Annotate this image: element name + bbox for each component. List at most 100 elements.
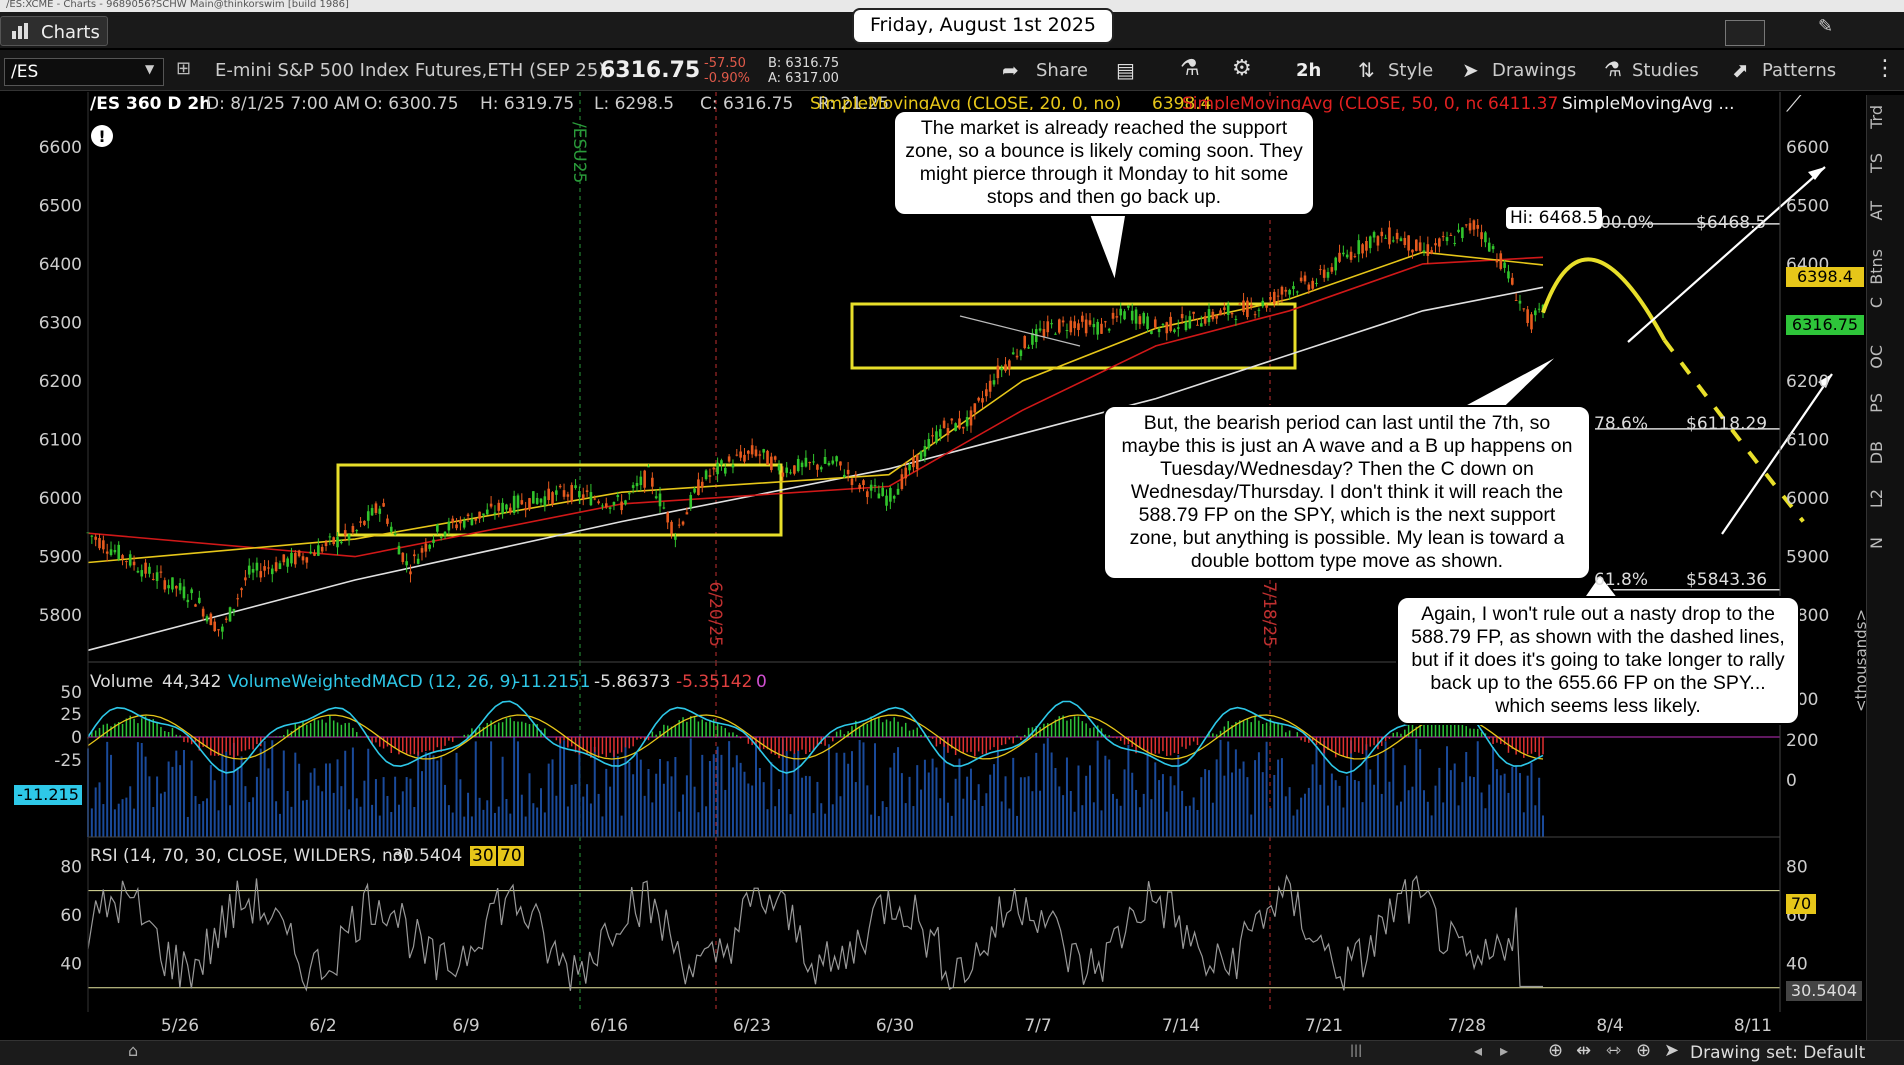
sidebar-item-c[interactable]: C [1867, 297, 1904, 308]
zoom-icon[interactable]: ⊕ [1548, 1040, 1563, 1061]
sma20-price-tag: 6398.4 [1786, 267, 1864, 287]
candle-body [800, 462, 804, 468]
sidebar-item-btns[interactable]: Btns [1867, 249, 1904, 285]
change-percent: -0.90% [704, 71, 750, 86]
candle-body [1468, 223, 1472, 231]
scroll-handle[interactable]: ||| [1350, 1043, 1362, 1057]
candle-body [148, 566, 151, 574]
sidebar-item-ts[interactable]: TS [1867, 153, 1904, 173]
fib-618-price: $5843.36 [1686, 570, 1768, 590]
candle-body [612, 502, 616, 506]
candle-body [382, 503, 385, 507]
candle-body [1150, 330, 1153, 335]
studies-button[interactable]: Studies [1632, 60, 1699, 81]
candle-body [497, 502, 501, 511]
share-icon[interactable]: ➦ [1002, 58, 1019, 82]
rsi-line [87, 874, 1543, 992]
candle-body [186, 599, 190, 603]
patterns-button[interactable]: Patterns [1762, 60, 1836, 81]
candle-body [485, 509, 489, 515]
scroll-left-icon[interactable]: ◂ [1474, 1041, 1482, 1060]
drawing-set-label[interactable]: Drawing set: Default [1690, 1043, 1865, 1063]
news-icon[interactable]: ▤ [1116, 58, 1135, 82]
candle-body [1153, 319, 1157, 328]
candle-body [946, 428, 950, 436]
candle-body [324, 541, 328, 547]
crosshair-icon[interactable]: ⊕ [1636, 1040, 1651, 1061]
candle-body [282, 554, 286, 563]
drawings-button[interactable]: Drawings [1492, 60, 1576, 81]
sidebar-item-l2[interactable]: L2 [1867, 489, 1904, 508]
rsi-value-tag: 30.5404 [1786, 981, 1862, 1001]
pin-icon[interactable]: ✎ [1818, 16, 1833, 37]
candle-body [969, 410, 973, 426]
sidebar-item-db[interactable]: DB [1867, 441, 1904, 464]
candle-body [908, 464, 911, 471]
candle-body [846, 469, 850, 475]
share-button[interactable]: Share [1036, 60, 1088, 81]
candle-body [232, 608, 236, 612]
candle-body [1038, 328, 1042, 331]
candle-body [1484, 232, 1487, 243]
candle-body [1069, 320, 1073, 333]
candle-body [1503, 262, 1506, 268]
candle-body [1249, 304, 1253, 308]
candle-body [151, 578, 155, 580]
candle-body [1338, 252, 1341, 262]
price-tick-left: 5900 [39, 548, 82, 568]
candle-body [343, 530, 347, 536]
candle-body [217, 629, 220, 631]
sidebar-item-at[interactable]: AT [1867, 201, 1904, 220]
candle-body [597, 501, 600, 504]
link-icon[interactable]: ⊞ [176, 58, 191, 79]
symbol-input[interactable]: /ES ▼ [4, 58, 164, 86]
arrow-up-2 [1721, 373, 1833, 535]
candle-body [1391, 240, 1395, 242]
candle-body [470, 518, 474, 526]
tab-charts[interactable]: Charts [0, 16, 108, 46]
more-icon[interactable]: ⋮ [1874, 56, 1896, 81]
candle-body [1403, 237, 1407, 246]
sidebar-item-ps[interactable]: PS [1867, 393, 1904, 413]
candle-body [1510, 277, 1514, 285]
candle-body [881, 487, 884, 497]
macd-value-3: -5.35142 [676, 672, 753, 692]
candle-body [1138, 316, 1142, 325]
expand-icon[interactable]: ⇿ [1606, 1040, 1621, 1061]
scroll-right-icon[interactable]: ▸ [1500, 1041, 1508, 1060]
gear-icon[interactable]: ⚙ [1232, 56, 1252, 81]
sidebar-item-trd[interactable]: Trd [1867, 105, 1904, 129]
candle-body [535, 497, 539, 504]
timeframe-button[interactable]: 2h [1296, 60, 1321, 81]
candle-body [1368, 236, 1372, 249]
candle-body [205, 616, 209, 622]
candle-body [1096, 321, 1099, 335]
candle-body [804, 457, 808, 467]
pointer-icon[interactable]: ➤ [1664, 1040, 1679, 1061]
consolidation-box-1 [336, 463, 783, 537]
candle-body [1104, 321, 1107, 323]
zoom-fit-icon[interactable]: ⇹ [1576, 1040, 1591, 1061]
layout-selector[interactable] [1725, 20, 1765, 46]
fib-786-pct: 78.6% [1594, 414, 1649, 434]
home-icon[interactable]: ⌂ [128, 1041, 138, 1060]
candle-body [1376, 236, 1380, 246]
candle-body [1407, 235, 1410, 251]
candle-body [1380, 231, 1384, 237]
candle-body [155, 572, 159, 581]
sidebar-item-oc[interactable]: OC [1867, 345, 1904, 369]
chevron-down-icon[interactable]: ▼ [145, 62, 154, 76]
candle-body [624, 500, 627, 505]
status-bar: ⌂ ||| ◂ ▸ ⊕ ⇹ ⇿ ⊕ ➤ Drawing set: Default [0, 1040, 1904, 1065]
style-button[interactable]: Style [1388, 60, 1433, 81]
candle-body [773, 456, 777, 460]
flask-icon[interactable]: ⚗ [1180, 56, 1200, 81]
window-title: /ES:XCME - Charts - 9689056?SCHW Main@th… [6, 0, 349, 10]
candle-body [113, 550, 117, 553]
candle-body [228, 607, 232, 622]
candle-body [1526, 309, 1529, 323]
candle-body [174, 585, 178, 589]
sidebar-item-n[interactable]: N [1867, 537, 1904, 549]
price-tick-right: 6000 [1786, 489, 1829, 509]
trendline [959, 315, 1081, 347]
